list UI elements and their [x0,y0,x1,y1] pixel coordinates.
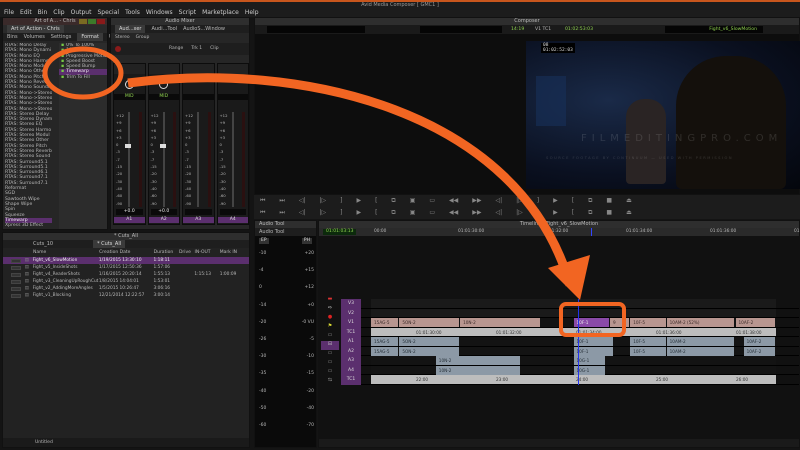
highlight-circle [42,46,124,100]
annotation-overlay [42,46,626,337]
highlight-box [559,302,626,337]
arrow-head-icon [548,255,590,300]
annotation-arrow [127,73,575,287]
